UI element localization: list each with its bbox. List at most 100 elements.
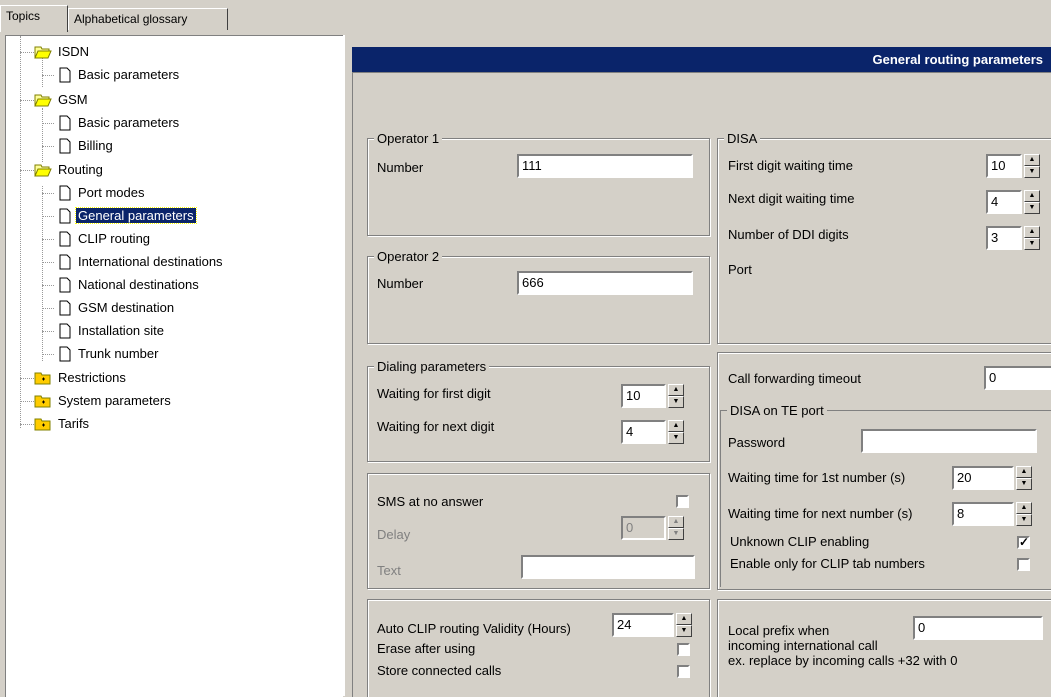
tree-label-trunk-number: Trunk number [78,346,159,361]
sms-delay-spinner[interactable]: ▲ ▼ [668,516,684,540]
tree-item-port-modes[interactable]: Port modes [42,184,146,202]
tab-glossary-label: Alphabetical glossary [74,12,188,26]
tree-item-gsm[interactable]: GSM [20,91,90,109]
folder-closed-icon [34,395,51,408]
auto-clip-validity-spinner[interactable]: ▲ ▼ [676,613,692,637]
disa-next-digit-spinner[interactable]: ▲ ▼ [1024,190,1040,214]
tree-item-gsm-basic-parameters[interactable]: Basic parameters [42,114,181,132]
dialing-next-input[interactable]: 4 [621,420,666,444]
auto-clip-validity-input[interactable]: 24 [612,613,674,637]
folder-closed-icon [34,372,51,385]
sms-no-answer-checkbox[interactable] [676,495,689,508]
wait-next-number-spinner[interactable]: ▲ ▼ [1016,502,1032,526]
spin-down-icon[interactable]: ▼ [1016,514,1032,526]
tree-item-installation-site[interactable]: Installation site [42,322,166,340]
tree-item-restrictions[interactable]: Restrictions [20,369,128,387]
page-icon [59,323,71,339]
tree-item-isdn-basic-parameters[interactable]: Basic parameters [42,66,181,84]
wait-first-number-spinner[interactable]: ▲ ▼ [1016,466,1032,490]
tree-item-isdn[interactable]: ISDN [20,43,91,61]
unknown-clip-checkbox[interactable]: ✓ [1017,536,1030,549]
spin-up-icon[interactable]: ▲ [1016,502,1032,514]
spin-up-icon[interactable]: ▲ [1024,190,1040,202]
spin-down-icon[interactable]: ▼ [1024,238,1040,250]
disa-te-title: DISA on TE port [727,403,827,418]
disa-next-digit-input[interactable]: 4 [986,190,1022,214]
tab-alphabetical-glossary[interactable]: Alphabetical glossary [68,8,228,30]
tree-item-national-destinations[interactable]: National destinations [42,276,201,294]
spin-down-icon[interactable]: ▼ [1024,202,1040,214]
spin-down-icon[interactable]: ▼ [1016,478,1032,490]
dialing-next-spinner[interactable]: ▲ ▼ [668,420,684,444]
clip-tab-checkbox[interactable] [1017,558,1030,571]
erase-after-using-label: Erase after using [377,641,476,656]
tree-label-routing: Routing [58,162,103,177]
spin-up-icon[interactable]: ▲ [668,384,684,396]
dialing-group: Dialing parameters [367,359,710,462]
page-icon [59,185,71,201]
tree-item-international-destinations[interactable]: International destinations [42,253,225,271]
tree-item-gsm-billing[interactable]: Billing [42,137,115,155]
sms-delay-label: Delay [377,527,411,542]
local-prefix-line1: Local prefix when [728,623,830,638]
disa-first-digit-spinner[interactable]: ▲ ▼ [1024,154,1040,178]
tree-item-tarifs[interactable]: Tarifs [20,415,91,433]
disa-first-digit-label: First digit waiting time [728,158,853,173]
dialing-first-input[interactable]: 10 [621,384,666,408]
sms-text-label: Text [377,563,401,578]
disa-ddi-spinner[interactable]: ▲ ▼ [1024,226,1040,250]
disa-first-digit-input[interactable]: 10 [986,154,1022,178]
store-connected-calls-checkbox[interactable] [677,665,690,678]
tab-topics[interactable]: Topics [0,5,68,32]
sms-delay-input[interactable]: 0 [621,516,666,540]
dialing-first-spinner[interactable]: ▲ ▼ [668,384,684,408]
spin-up-icon[interactable]: ▲ [1016,466,1032,478]
wait-next-number-input[interactable]: 8 [952,502,1014,526]
tree-label-isdn-basic: Basic parameters [78,67,180,82]
call-forwarding-input[interactable]: 0 [984,366,1051,390]
password-input[interactable] [861,429,1037,453]
tree-label-tarifs: Tarifs [58,416,90,431]
tree-label-gsm-destination: GSM destination [78,300,175,315]
unknown-clip-label: Unknown CLIP enabling [730,534,870,549]
wait-next-number-label: Waiting time for next number (s) [728,506,913,521]
tree-item-clip-routing[interactable]: CLIP routing [42,230,152,248]
local-prefix-line2: incoming international call [728,638,878,653]
spin-up-icon[interactable]: ▲ [1024,154,1040,166]
spin-down-icon[interactable]: ▼ [1024,166,1040,178]
wait-first-number-label: Waiting time for 1st number (s) [728,470,906,485]
spin-down-icon[interactable]: ▼ [668,528,684,540]
wait-first-number-input[interactable]: 20 [952,466,1014,490]
page-icon [59,254,71,270]
spin-down-icon[interactable]: ▼ [668,396,684,408]
topics-tree: ISDN Basic parameters GSM Basic paramete… [5,35,343,697]
local-prefix-input[interactable]: 0 [913,616,1043,640]
page-title: General routing parameters [352,47,1051,72]
folder-open-icon [34,46,52,59]
spin-up-icon[interactable]: ▲ [668,420,684,432]
spin-down-icon[interactable]: ▼ [676,625,692,637]
tree-label-gsm: GSM [58,92,88,107]
spin-down-icon[interactable]: ▼ [668,432,684,444]
folder-closed-icon [34,418,51,431]
spin-up-icon[interactable]: ▲ [676,613,692,625]
operator1-title: Operator 1 [374,131,443,146]
tree-item-routing[interactable]: Routing [20,161,105,179]
tree-item-trunk-number[interactable]: Trunk number [42,345,160,363]
tree-label-restrictions: Restrictions [58,370,126,385]
disa-ddi-input[interactable]: 3 [986,226,1022,250]
sms-text-input[interactable] [521,555,695,579]
disa-ddi-label: Number of DDI digits [728,227,849,242]
operator2-number-input[interactable]: 666 [517,271,693,295]
disa-title: DISA [724,131,761,146]
spin-up-icon[interactable]: ▲ [1024,226,1040,238]
password-label: Password [728,435,786,450]
local-prefix-line3: ex. replace by incoming calls +32 with 0 [728,653,958,668]
erase-after-using-checkbox[interactable] [677,643,690,656]
spin-up-icon[interactable]: ▲ [668,516,684,528]
tree-item-gsm-destination[interactable]: GSM destination [42,299,176,317]
tree-item-system-parameters[interactable]: System parameters [20,392,173,410]
tree-item-general-parameters[interactable]: General parameters [42,207,197,225]
auto-clip-validity-label: Auto CLIP routing Validity (Hours) [377,621,571,636]
operator1-number-input[interactable]: 111 [517,154,693,178]
